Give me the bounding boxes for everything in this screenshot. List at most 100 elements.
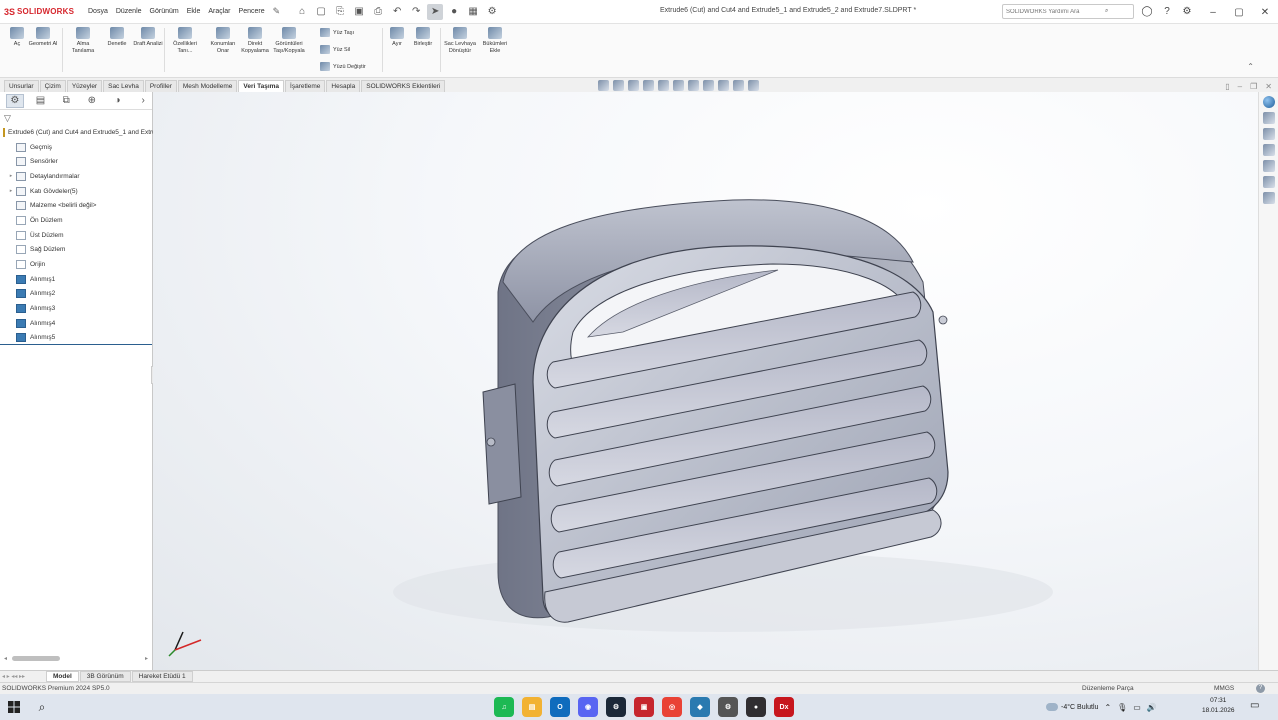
tree-item-material[interactable]: Malzeme <belirli değil> (0, 198, 152, 213)
ribbon-combine-button[interactable]: Birleştir (406, 27, 440, 48)
rebuild-icon[interactable]: ▦ (465, 4, 481, 20)
options-icon[interactable]: ⚙ (484, 4, 500, 20)
ribbon-import-diagnostics-button[interactable]: Alma Tanılama (66, 27, 100, 54)
viewport-minimize-icon[interactable]: – (1238, 82, 1242, 91)
expand-arrow-icon[interactable]: ▸ (6, 173, 16, 179)
tree-item-imported4[interactable]: Alınmış4 (0, 316, 152, 331)
help-search-box[interactable]: ⌕ (1002, 4, 1134, 19)
tab-motion-study[interactable]: Hareket Etüdü 1 (131, 671, 193, 682)
tab-addins[interactable]: SOLIDWORKS Eklentileri (361, 80, 446, 92)
task-scheduler-icon[interactable] (1262, 192, 1275, 204)
menu-tools[interactable]: Araçlar (208, 8, 230, 15)
viewport-split-icon[interactable]: ▯ (1225, 82, 1229, 91)
viewport-close-icon[interactable]: ✕ (1265, 82, 1272, 91)
scrollbar-thumb[interactable] (12, 656, 60, 661)
dynamic-annotation-icon[interactable] (658, 80, 669, 91)
open-icon[interactable]: ⎘ (332, 4, 348, 20)
tab-sketch[interactable]: Çizim (39, 80, 66, 92)
design-library-icon[interactable] (1262, 112, 1275, 124)
tree-item-front-plane[interactable]: Ön Düzlem (0, 213, 152, 228)
print-icon[interactable]: ⎙ (370, 4, 386, 20)
tree-item-imported1[interactable]: Alınmış1 (0, 272, 152, 287)
apply-scene-icon[interactable] (733, 80, 744, 91)
traffic-light-icon[interactable]: ● (446, 4, 462, 20)
tree-item-right-plane[interactable]: Sağ Düzlem (0, 243, 152, 258)
undo-icon[interactable]: ↶ (389, 4, 405, 20)
tab-model[interactable]: Model (46, 671, 79, 682)
account-icon[interactable]: ◯ (1140, 4, 1154, 18)
settings-app-icon[interactable]: ⚙ (718, 697, 738, 717)
tab-evaluate[interactable]: Hesapla (326, 80, 361, 92)
tree-item-history[interactable]: Geçmiş (0, 140, 152, 155)
dimxpert-tab-icon[interactable]: ⊕ (83, 94, 101, 108)
hide-show-items-icon[interactable] (703, 80, 714, 91)
zoom-to-fit-icon[interactable] (598, 80, 609, 91)
tab-features[interactable]: Unsurlar (4, 80, 39, 92)
configuration-manager-tab-icon[interactable]: ⧉ (57, 94, 75, 108)
tree-item-annotations[interactable]: ▸ Detaylandırmalar (0, 169, 152, 184)
windows-start-icon[interactable] (0, 694, 28, 720)
tree-item-imported5[interactable]: Alınmış5 (0, 331, 152, 346)
ribbon-import-geometry-button[interactable]: Geometri Al (26, 27, 60, 48)
menu-insert[interactable]: Ekle (187, 8, 201, 15)
ribbon-feature-works-button[interactable]: Özellikleri Tanı... (168, 27, 202, 54)
tree-item-solid-bodies[interactable]: ▸ Katı Gövdeler(5) (0, 184, 152, 199)
settings-icon[interactable]: ⚙ (1180, 4, 1194, 18)
property-manager-tab-icon[interactable]: ▤ (32, 94, 50, 108)
ribbon-insert-bends-button[interactable]: Bükümleri Ekle (478, 27, 512, 54)
autodesk-dx-icon[interactable]: Dx (774, 697, 794, 717)
section-view-icon[interactable] (643, 80, 654, 91)
tree-horizontal-scrollbar[interactable]: ◂ ▸ (4, 655, 148, 662)
tab-navigation-arrows[interactable]: ◂ ▸ ◂◂ ▸▸ (2, 673, 46, 680)
ribbon-direct-copy-button[interactable]: Direkt Kopyalama (238, 27, 272, 54)
view-settings-icon[interactable] (748, 80, 759, 91)
search-icon[interactable]: ⌕ (1105, 8, 1108, 15)
file-explorer-icon[interactable] (1262, 128, 1275, 140)
help-icon[interactable]: ? (1160, 4, 1174, 18)
spotify-icon[interactable]: ♫ (494, 697, 514, 717)
expand-arrow-icon[interactable]: ▸ (6, 188, 16, 194)
scroll-right-icon[interactable]: ▸ (145, 655, 148, 662)
menu-view[interactable]: Görünüm (150, 8, 179, 15)
close-icon[interactable]: ✕ (1252, 0, 1278, 24)
solidworks-resources-icon[interactable] (1262, 96, 1275, 108)
tree-root-part[interactable]: Extrude6 (Cut) and Cut4 and Extrude5_1 a… (0, 125, 214, 140)
taskbar-clock[interactable]: 07:31 18.01.2026 (1202, 696, 1235, 716)
home-icon[interactable]: ⌂ (294, 4, 310, 20)
help-search-input[interactable] (1006, 8, 1102, 15)
filter-icon[interactable]: ▽ (0, 110, 152, 125)
ribbon-collapse-icon[interactable]: ⌃ (1247, 62, 1254, 71)
panel-tabs-more-icon[interactable]: › (134, 94, 152, 108)
ribbon-check-button[interactable]: Denetle (100, 27, 134, 48)
tab-sheet-metal[interactable]: Sac Levha (103, 80, 144, 92)
view-orientation-icon[interactable] (673, 80, 684, 91)
ribbon-replace-face-button[interactable]: Yüzü Değiştir (320, 62, 366, 71)
chrome-icon[interactable]: ◎ (662, 697, 682, 717)
ribbon-move-copy-bodies-button[interactable]: Görüntüleri Taşı/Kopyala (272, 27, 306, 54)
view-palette-icon[interactable] (1262, 144, 1275, 156)
tree-item-sensors[interactable]: Sensörler (0, 154, 152, 169)
new-document-icon[interactable]: ▢ (313, 4, 329, 20)
select-cursor-icon[interactable]: ➤ (427, 3, 444, 20)
volume-icon[interactable]: 🔊 (1147, 703, 1157, 712)
tab-mesh-modeling[interactable]: Mesh Modelleme (177, 80, 238, 92)
red-app-icon[interactable]: ▣ (634, 697, 654, 717)
tree-item-imported2[interactable]: Alınmış2 (0, 287, 152, 302)
notifications-icon[interactable]: ▭ (1250, 700, 1259, 711)
tree-item-imported3[interactable]: Alınmış3 (0, 301, 152, 316)
obs-icon[interactable]: ● (746, 697, 766, 717)
tab-surfaces[interactable]: Yüzeyler (66, 80, 103, 92)
microphone-icon[interactable]: 🎙 (1117, 703, 1127, 712)
tree-item-origin[interactable]: Orijin (0, 257, 152, 272)
custom-properties-icon[interactable] (1262, 176, 1275, 188)
viewport-restore-icon[interactable]: ❐ (1250, 82, 1257, 91)
solidworks-logo[interactable]: 3S SOLIDWORKS (0, 7, 88, 17)
zoom-to-area-icon[interactable] (613, 80, 624, 91)
menu-file[interactable]: Dosya (88, 8, 108, 15)
units-selector[interactable]: MMGS (1214, 685, 1234, 692)
edit-appearance-icon[interactable] (718, 80, 729, 91)
tab-markup[interactable]: İşaretleme (285, 80, 326, 92)
tree-item-top-plane[interactable]: Üst Düzlem (0, 228, 152, 243)
tab-structure-system[interactable]: Profiller (144, 80, 177, 92)
maximize-icon[interactable]: ▢ (1226, 0, 1252, 24)
